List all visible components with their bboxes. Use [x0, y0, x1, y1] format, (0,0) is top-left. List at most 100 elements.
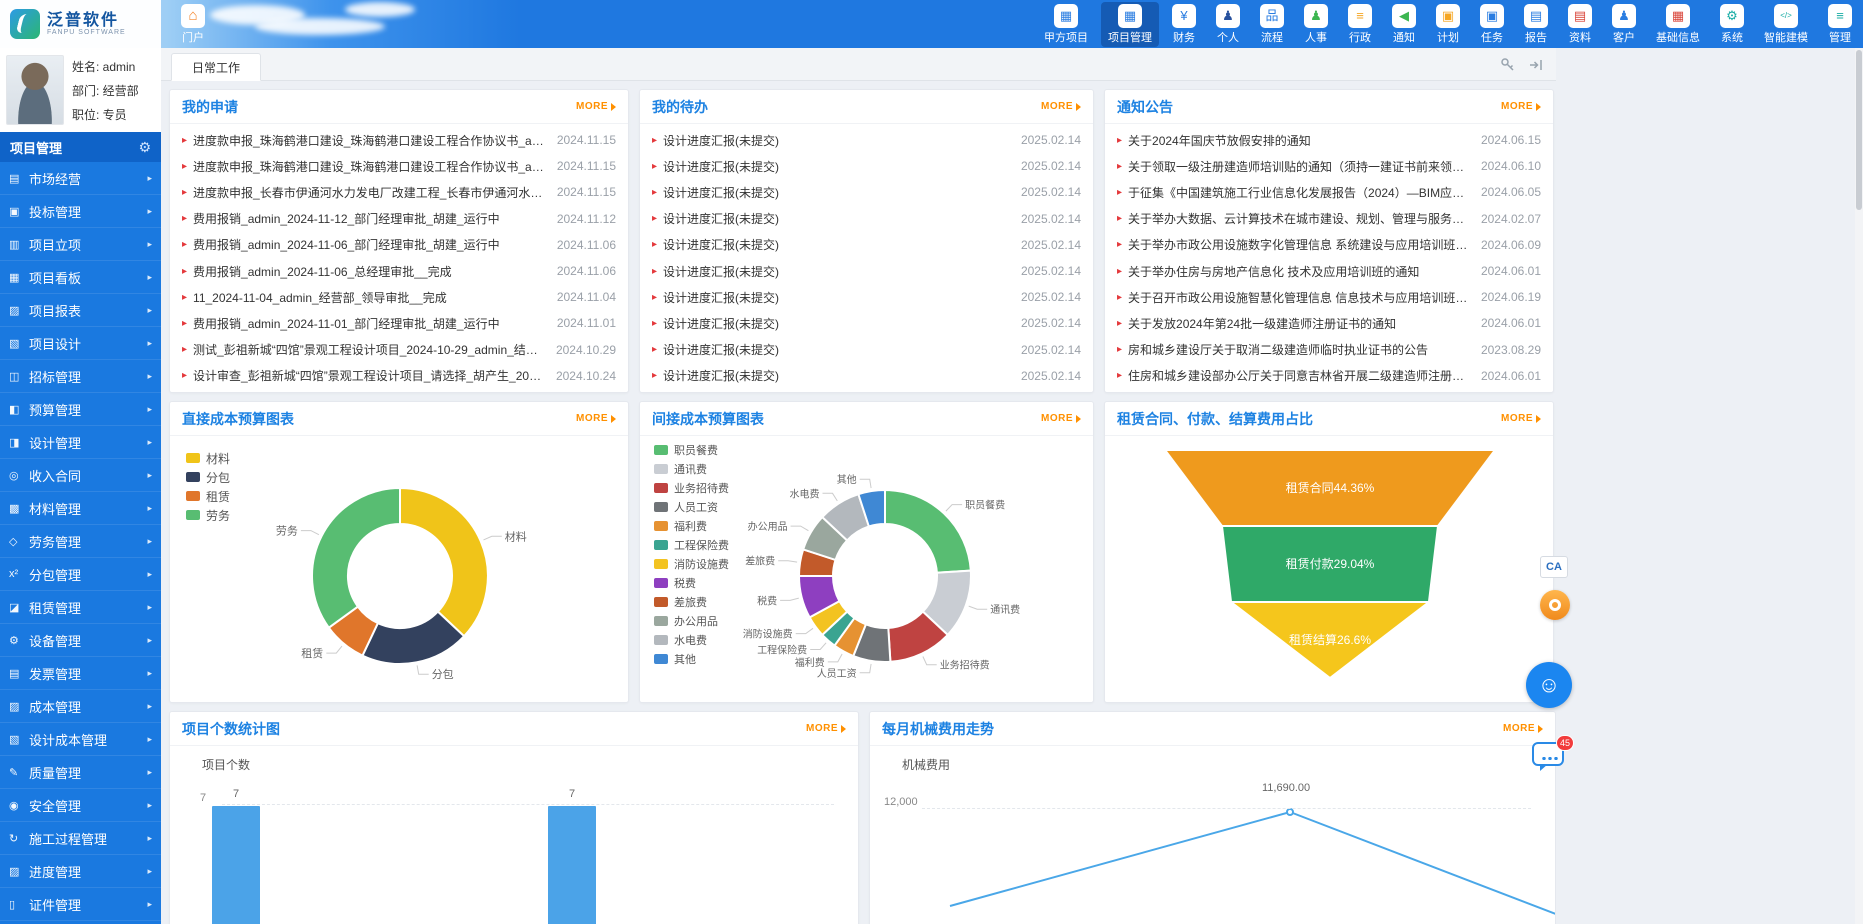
legend-item[interactable]: 消防设施费	[654, 556, 729, 572]
top-nav-item[interactable]: ▤报告	[1517, 2, 1555, 47]
sidebar-item[interactable]: ▨进度管理▸	[0, 855, 161, 888]
list-item[interactable]: ▸关于召开市政公用设施智慧化管理信息 信息技术与应用培训班的通知2024.06.…	[1117, 284, 1541, 310]
list-item[interactable]: ▸关于2024年国庆节放假安排的通知2024.06.15	[1117, 127, 1541, 153]
top-nav-item[interactable]: ◀通知	[1385, 2, 1423, 47]
sidebar-item[interactable]: ◉安全管理▸	[0, 789, 161, 822]
list-item[interactable]: ▸于征集《中国建筑施工行业信息化发展报告（2024）—BIM应用与发展》材料..…	[1117, 179, 1541, 205]
top-nav-item[interactable]: ▦甲方项目	[1037, 2, 1095, 47]
sidebar-item[interactable]: ▧项目设计▸	[0, 327, 161, 360]
legend-item[interactable]: 人员工资	[654, 499, 729, 515]
chat-button[interactable]: 45	[1532, 738, 1570, 772]
list-item[interactable]: ▸费用报销_admin_2024-11-12_部门经理审批_胡建_运行中2024…	[182, 206, 616, 232]
top-nav-item[interactable]: ▣计划	[1429, 2, 1467, 47]
top-nav-item[interactable]: 品流程	[1253, 2, 1291, 47]
list-item[interactable]: ▸关于发放2024年第24批一级建造师注册证书的通知2024.06.01	[1117, 310, 1541, 336]
key-icon[interactable]	[1500, 57, 1516, 73]
list-item[interactable]: ▸关于举办住房与房地产信息化 技术及应用培训班的通知2024.06.01	[1117, 258, 1541, 284]
list-item[interactable]: ▸住房和城乡建设部办公厅关于同意吉林省开展二级建造师注册证书电子证书试点...2…	[1117, 363, 1541, 389]
sidebar-item[interactable]: ◨设计管理▸	[0, 426, 161, 459]
ca-widget[interactable]: CA	[1540, 556, 1568, 578]
service-button[interactable]	[1540, 590, 1570, 620]
list-item[interactable]: ▸设计进度汇报(未提交)2025.02.14	[652, 284, 1081, 310]
top-nav-item[interactable]: ≡行政	[1341, 2, 1379, 47]
sidebar-item[interactable]: ▧设计成本管理▸	[0, 723, 161, 756]
list-item[interactable]: ▸进度款申报_长春市伊通河水力发电厂改建工程_长春市伊通河水力发电...2024…	[182, 179, 616, 205]
sidebar-item[interactable]: ▨项目报表▸	[0, 294, 161, 327]
top-nav-item-portal[interactable]: ⌂ 门户	[174, 2, 212, 47]
legend-item[interactable]: 其他	[654, 651, 729, 667]
top-nav-item[interactable]: ▦项目管理	[1101, 2, 1159, 47]
sidebar-item[interactable]: ▦项目看板▸	[0, 261, 161, 294]
list-item[interactable]: ▸11_2024-11-04_admin_经营部_领导审批__完成2024.11…	[182, 284, 616, 310]
sidebar-item[interactable]: ↻施工过程管理▸	[0, 822, 161, 855]
sidebar-item[interactable]: ▤市场经营▸	[0, 162, 161, 195]
list-item[interactable]: ▸关于举办大数据、云计算技术在城市建设、规划、管理与服务中的应用培训班...20…	[1117, 206, 1541, 232]
sidebar-item[interactable]: ✎质量管理▸	[0, 756, 161, 789]
more-link[interactable]: MORE	[576, 413, 616, 424]
legend-item[interactable]: 水电费	[654, 632, 729, 648]
legend-item[interactable]: 劳务	[186, 507, 230, 523]
sidebar-item[interactable]: ◎收入合同▸	[0, 459, 161, 492]
more-link[interactable]: MORE	[1501, 101, 1541, 112]
more-link[interactable]: MORE	[806, 723, 846, 734]
sidebar-item[interactable]: ▤发票管理▸	[0, 657, 161, 690]
sidebar-item[interactable]: x²分包管理▸	[0, 558, 161, 591]
list-item[interactable]: ▸设计审查_彭祖新城“四馆”景观工程设计项目_请选择_胡产生_2024-10-2…	[182, 363, 616, 389]
sidebar-item[interactable]: ◇劳务管理▸	[0, 525, 161, 558]
sidebar-item[interactable]: ◫招标管理▸	[0, 360, 161, 393]
scrollbar-thumb[interactable]	[1856, 50, 1862, 210]
collapse-icon[interactable]	[1528, 57, 1544, 73]
legend-item[interactable]: 税费	[654, 575, 729, 591]
list-item[interactable]: ▸设计进度汇报(未提交)2025.02.14	[652, 153, 1081, 179]
legend-item[interactable]: 职员餐费	[654, 442, 729, 458]
list-item[interactable]: ▸关于举办市政公用设施数字化管理信息 系统建设与应用培训班的通知2024.06.…	[1117, 232, 1541, 258]
legend-item[interactable]: 差旅费	[654, 594, 729, 610]
list-item[interactable]: ▸设计进度汇报(未提交)2025.02.14	[652, 127, 1081, 153]
more-link[interactable]: MORE	[1503, 723, 1543, 734]
list-item[interactable]: ▸设计进度汇报(未提交)2025.02.14	[652, 310, 1081, 336]
list-item[interactable]: ▸设计进度汇报(未提交)2025.02.14	[652, 363, 1081, 389]
top-nav-item[interactable]: ♟个人	[1209, 2, 1247, 47]
top-nav-item[interactable]: ¥财务	[1165, 2, 1203, 47]
list-item[interactable]: ▸费用报销_admin_2024-11-01_部门经理审批_胡建_运行中2024…	[182, 310, 616, 336]
list-item[interactable]: ▸费用报销_admin_2024-11-06_部门经理审批_胡建_运行中2024…	[182, 232, 616, 258]
top-nav-item[interactable]: ▤资料	[1561, 2, 1599, 47]
list-item[interactable]: ▸设计进度汇报(未提交)2025.02.14	[652, 179, 1081, 205]
more-link[interactable]: MORE	[576, 101, 616, 112]
list-item[interactable]: ▸房和城乡建设厅关于取消二级建造师临时执业证书的公告2023.08.29	[1117, 337, 1541, 363]
legend-item[interactable]: 材料	[186, 450, 230, 466]
tab-daily-work[interactable]: 日常工作	[171, 53, 261, 81]
top-nav-item[interactable]: ≡管理	[1821, 2, 1859, 47]
top-nav-item[interactable]: ⚙系统	[1713, 2, 1751, 47]
top-nav-item[interactable]: ♟人事	[1297, 2, 1335, 47]
legend-item[interactable]: 租赁	[186, 488, 230, 504]
more-link[interactable]: MORE	[1041, 413, 1081, 424]
more-link[interactable]: MORE	[1041, 101, 1081, 112]
sidebar-item[interactable]: ▯证件管理▸	[0, 888, 161, 921]
legend-item[interactable]: 工程保险费	[654, 537, 729, 553]
legend-item[interactable]: 办公用品	[654, 613, 729, 629]
list-item[interactable]: ▸进度款申报_珠海鹤港口建设_珠海鹤港口建设工程合作协议书_admin_...2…	[182, 153, 616, 179]
legend-item[interactable]: 业务招待费	[654, 480, 729, 496]
list-item[interactable]: ▸设计进度汇报(未提交)2025.02.14	[652, 337, 1081, 363]
top-nav-item[interactable]: </>智能建模	[1757, 2, 1815, 47]
legend-item[interactable]: 分包	[186, 469, 230, 485]
sidebar-item[interactable]: ◧预算管理▸	[0, 393, 161, 426]
legend-item[interactable]: 通讯费	[654, 461, 729, 477]
list-item[interactable]: ▸设计进度汇报(未提交)2025.02.14	[652, 232, 1081, 258]
top-nav-item[interactable]: ♟客户	[1605, 2, 1643, 47]
sidebar-item[interactable]: ▨成本管理▸	[0, 690, 161, 723]
sidebar-item[interactable]: ▩材料管理▸	[0, 492, 161, 525]
top-nav-item[interactable]: ▣任务	[1473, 2, 1511, 47]
scrollbar[interactable]	[1855, 48, 1863, 924]
list-item[interactable]: ▸设计进度汇报(未提交)2025.02.14	[652, 258, 1081, 284]
list-item[interactable]: ▸费用报销_admin_2024-11-06_总经理审批__完成2024.11.…	[182, 258, 616, 284]
gear-icon[interactable]: ⚙	[138, 139, 151, 156]
top-nav-item[interactable]: ▦基础信息	[1649, 2, 1707, 47]
sidebar-item[interactable]: ⚙设备管理▸	[0, 624, 161, 657]
list-item[interactable]: ▸设计进度汇报(未提交)2025.02.14	[652, 206, 1081, 232]
sidebar-item[interactable]: ◪租赁管理▸	[0, 591, 161, 624]
list-item[interactable]: ▸进度款申报_珠海鹤港口建设_珠海鹤港口建设工程合作协议书_admin_...2…	[182, 127, 616, 153]
sidebar-item[interactable]: ▥项目立项▸	[0, 228, 161, 261]
more-link[interactable]: MORE	[1501, 413, 1541, 424]
